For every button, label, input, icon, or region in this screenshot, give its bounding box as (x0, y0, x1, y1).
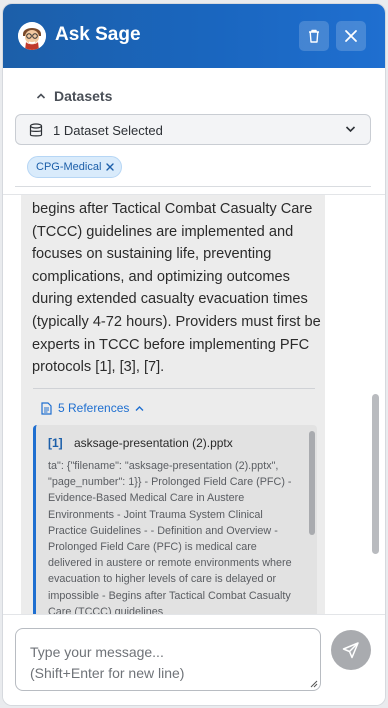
header: Ask Sage (3, 4, 385, 68)
app-title: Ask Sage (55, 24, 141, 45)
references-label: 5 References (58, 401, 130, 415)
chevron-up-icon (135, 405, 144, 411)
reference-scrollbar[interactable] (309, 431, 315, 535)
resize-handle-icon[interactable] (310, 680, 318, 688)
chat-messages[interactable]: begins after Tactical Combat Casualty Ca… (3, 195, 385, 614)
document-icon (41, 401, 52, 415)
datasets-label: Datasets (54, 88, 113, 104)
clear-chat-button[interactable] (299, 21, 329, 51)
assistant-message-text: begins after Tactical Combat Casualty Ca… (32, 201, 321, 376)
chat-scrollbar[interactable] (372, 394, 379, 554)
references-toggle[interactable]: 5 References (41, 401, 144, 415)
divider (33, 388, 315, 389)
chevron-up-icon (36, 93, 46, 99)
send-icon (342, 642, 359, 659)
dataset-select[interactable]: 1 Dataset Selected (15, 114, 371, 145)
sage-avatar-icon (18, 22, 46, 50)
close-icon (345, 30, 357, 42)
chat-panel: Ask Sage Datasets 1 Dataset Selected CPG… (2, 3, 386, 706)
remove-chip-icon[interactable] (105, 162, 115, 172)
reference-content: ta": {"filename": "asksage-presentation … (48, 460, 292, 614)
reference-filename: asksage-presentation (2).pptx (74, 436, 233, 450)
reference-number[interactable]: [1] (48, 436, 63, 450)
close-button[interactable] (336, 21, 366, 51)
composer: Type your message... (Shift+Enter for ne… (3, 614, 385, 705)
dataset-select-value: 1 Dataset Selected (53, 123, 163, 138)
datasets-toggle[interactable]: Datasets (36, 88, 112, 104)
trash-icon (309, 29, 319, 43)
send-button[interactable] (331, 630, 371, 670)
dataset-chip: CPG-Medical (27, 156, 123, 178)
message-input-placeholder: Type your message... (Shift+Enter for ne… (30, 644, 185, 681)
dataset-chip-label: CPG-Medical (36, 161, 102, 173)
chevron-down-icon (345, 126, 356, 133)
database-icon (29, 123, 43, 137)
divider (15, 186, 371, 187)
message-input[interactable]: Type your message... (Shift+Enter for ne… (15, 628, 321, 691)
reference-card: [1] asksage-presentation (2).pptx ta": {… (33, 425, 317, 614)
